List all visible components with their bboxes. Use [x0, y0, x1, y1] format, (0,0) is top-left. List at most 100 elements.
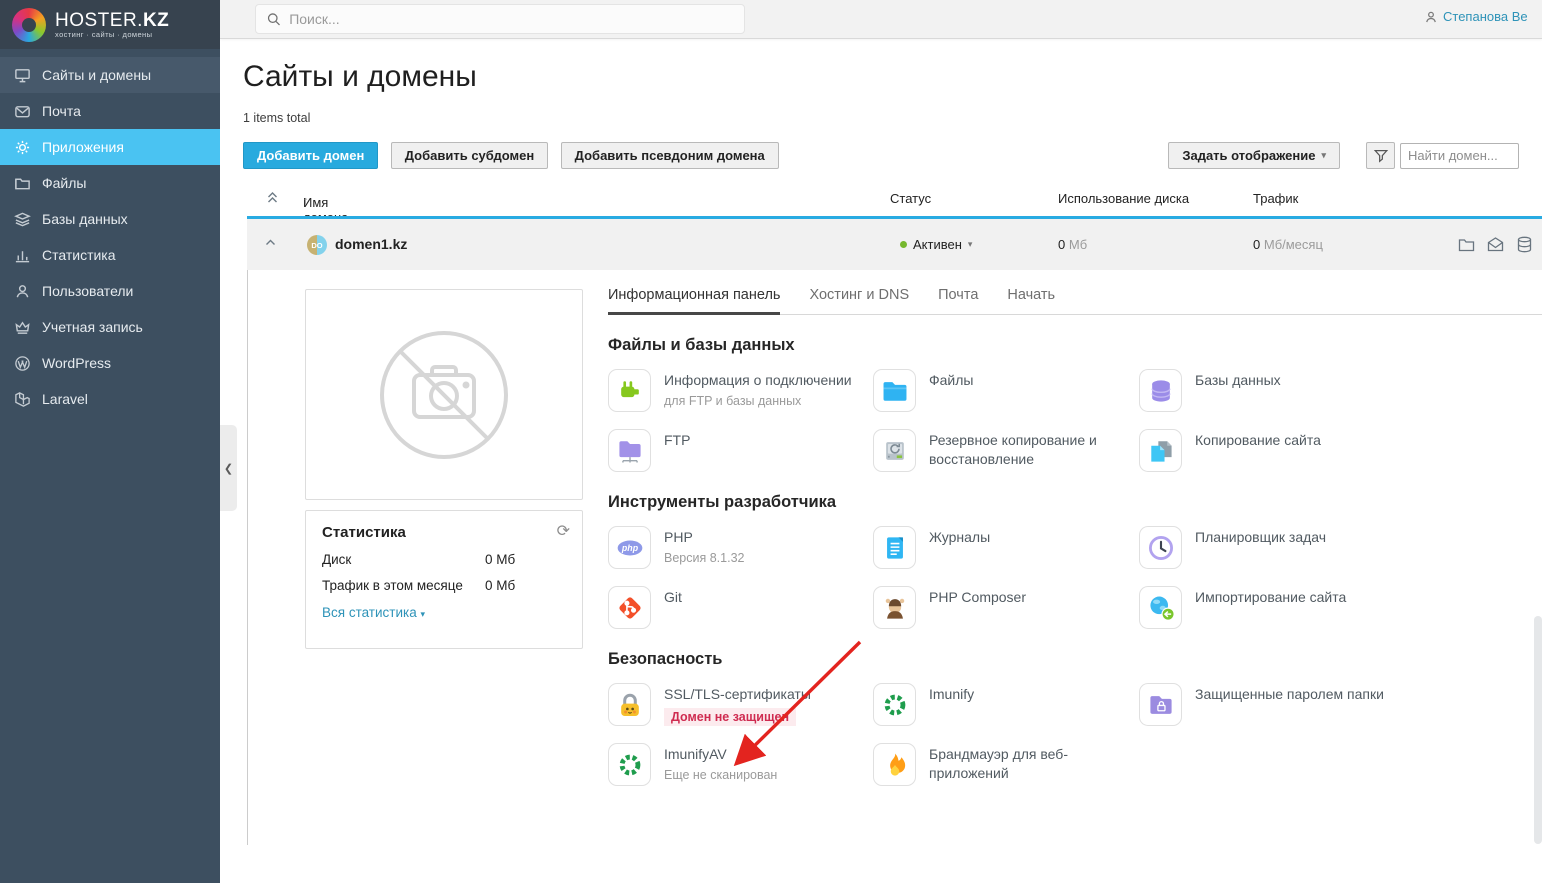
column-header-disk[interactable]: Использование диска [1058, 191, 1189, 206]
tile-ftp[interactable]: FTP [608, 429, 873, 472]
set-view-button[interactable]: Задать отображение▾ [1168, 142, 1340, 169]
domain-detail-panel: Статистика ⟳ Диск0 Мб Трафик в этом меся… [247, 270, 1542, 845]
gear-icon [14, 139, 31, 156]
domain-name-link[interactable]: domen1.kz [335, 236, 407, 252]
search-icon [266, 11, 281, 27]
tab-get-started[interactable]: Начать [1007, 287, 1055, 314]
tile-php[interactable]: php PHPВерсия 8.1.32 [608, 526, 873, 569]
tile-web-firewall[interactable]: Брандмауэр для веб-приложений [873, 743, 1139, 786]
tile-imunify[interactable]: Imunify [873, 683, 1139, 726]
connection-plug-icon [608, 369, 651, 412]
sidebar-item-mail[interactable]: Почта [0, 93, 220, 129]
toolbar: Добавить домен Добавить субдомен Добавит… [243, 142, 1519, 170]
sidebar-item-statistics[interactable]: Статистика [0, 237, 220, 273]
sidebar-collapse-handle[interactable]: ❮ [220, 425, 237, 511]
git-icon [608, 586, 651, 629]
all-statistics-link[interactable]: Вся статистика ▾ [322, 605, 566, 620]
svg-text:php: php [620, 543, 638, 553]
statistics-card: Статистика ⟳ Диск0 Мб Трафик в этом меся… [305, 510, 583, 649]
funnel-icon [1373, 148, 1389, 164]
row-mail-button[interactable] [1486, 235, 1505, 254]
database-icon [1515, 235, 1534, 254]
double-chevron-up-icon [267, 191, 278, 204]
sidebar-item-laravel[interactable]: Laravel [0, 381, 220, 417]
folder-icon [1457, 235, 1476, 254]
add-alias-button[interactable]: Добавить псевдоним домена [561, 142, 779, 169]
vertical-scrollbar[interactable] [1534, 616, 1542, 844]
php-icon: php [608, 526, 651, 569]
tile-site-import[interactable]: Импортирование сайта [1139, 586, 1542, 629]
filter-button[interactable] [1366, 142, 1395, 169]
chevron-up-icon [265, 239, 276, 246]
sidebar-item-applications[interactable]: Приложения [0, 129, 220, 165]
detail-tabs: Информационная панель Хостинг и DNS Почт… [608, 287, 1542, 315]
backup-icon [873, 429, 916, 472]
mail-icon [14, 103, 31, 120]
sidebar-item-websites[interactable]: Сайты и домены [0, 57, 220, 93]
chart-icon [14, 247, 31, 264]
tile-connection-info[interactable]: Информация о подключениидля FTP и базы д… [608, 369, 873, 412]
collapse-all-button[interactable] [267, 191, 278, 207]
crown-icon [14, 319, 31, 336]
column-header-status[interactable]: Статус [890, 191, 931, 206]
column-header-traffic[interactable]: Трафик [1253, 191, 1298, 206]
tile-backup-restore[interactable]: Резервное копирование и восстановление [873, 429, 1139, 472]
tile-imunifyav[interactable]: ImunifyAVЕще не сканирован [608, 743, 873, 786]
layers-icon [14, 211, 31, 228]
row-files-button[interactable] [1457, 235, 1476, 254]
tab-dashboard[interactable]: Информационная панель [608, 287, 780, 315]
topbar: Степанова Ве [220, 0, 1542, 39]
tab-hosting-dns[interactable]: Хостинг и DNS [809, 287, 909, 314]
row-databases-button[interactable] [1515, 235, 1534, 254]
sort-asc-icon: ↑ [303, 195, 309, 207]
stats-row-traffic: Трафик в этом месяце0 Мб [322, 578, 566, 593]
domain-row: DO domen1.kz Активен ▾ 0 Мб 0 Мб/месяц [247, 216, 1542, 270]
tab-mail[interactable]: Почта [938, 287, 978, 314]
page-title: Сайты и домены [243, 60, 1542, 94]
hoster-logo-icon [12, 8, 46, 42]
imunify-icon [873, 683, 916, 726]
laravel-icon [14, 391, 31, 408]
status-dot-icon [900, 241, 907, 248]
sidebar-item-wordpress[interactable]: WordPress [0, 345, 220, 381]
tile-php-composer[interactable]: PHP Composer [873, 586, 1139, 629]
status-dropdown[interactable]: Активен ▾ [900, 237, 972, 252]
refresh-icon[interactable]: ⟳ [557, 521, 570, 541]
table-header: Имя домена ↑ Статус Использование диска … [220, 187, 1542, 216]
row-collapse-button[interactable] [265, 238, 276, 249]
copy-site-icon [1139, 429, 1182, 472]
user-icon [14, 283, 31, 300]
user-menu[interactable]: Степанова Ве [1424, 9, 1542, 24]
sidebar-item-users[interactable]: Пользователи [0, 273, 220, 309]
tile-copy-site[interactable]: Копирование сайта [1139, 429, 1542, 472]
no-screenshot-icon [364, 315, 524, 475]
sidebar-item-databases[interactable]: Базы данных [0, 201, 220, 237]
tile-password-folders[interactable]: Защищенные паролем папки [1139, 683, 1542, 726]
sidebar-item-files[interactable]: Файлы [0, 165, 220, 201]
scheduler-clock-icon [1139, 526, 1182, 569]
main-content: Сайты и домены 1 items total Добавить до… [220, 39, 1542, 883]
section-dev-tools: Инструменты разработчика [608, 493, 1542, 512]
ssl-lock-icon [608, 683, 651, 726]
tile-git[interactable]: Git [608, 586, 873, 629]
chevron-down-icon: ▾ [968, 239, 973, 250]
site-preview-card [305, 289, 583, 500]
tile-scheduler[interactable]: Планировщик задач [1139, 526, 1542, 569]
tile-logs[interactable]: Журналы [873, 526, 1139, 569]
brand-name: HOSTER.KZ [55, 11, 169, 31]
add-subdomain-button[interactable]: Добавить субдомен [391, 142, 548, 169]
tile-files[interactable]: Файлы [873, 369, 1139, 412]
tile-ssl-certificates[interactable]: SSL/TLS-сертификатыДомен не защищен [608, 683, 873, 726]
sidebar-item-account[interactable]: Учетная запись [0, 309, 220, 345]
tile-databases[interactable]: Базы данных [1139, 369, 1542, 412]
add-domain-button[interactable]: Добавить домен [243, 142, 378, 169]
find-domain-input[interactable] [1400, 143, 1519, 169]
brand-logo[interactable]: HOSTER.KZ хостинг · сайты · домены [0, 0, 220, 49]
global-search[interactable] [255, 4, 745, 34]
envelope-icon [1486, 235, 1505, 254]
stats-row-disk: Диск0 Мб [322, 552, 566, 567]
search-input[interactable] [289, 11, 734, 27]
items-total: 1 items total [243, 111, 1542, 125]
import-globe-icon [1139, 586, 1182, 629]
logs-icon [873, 526, 916, 569]
